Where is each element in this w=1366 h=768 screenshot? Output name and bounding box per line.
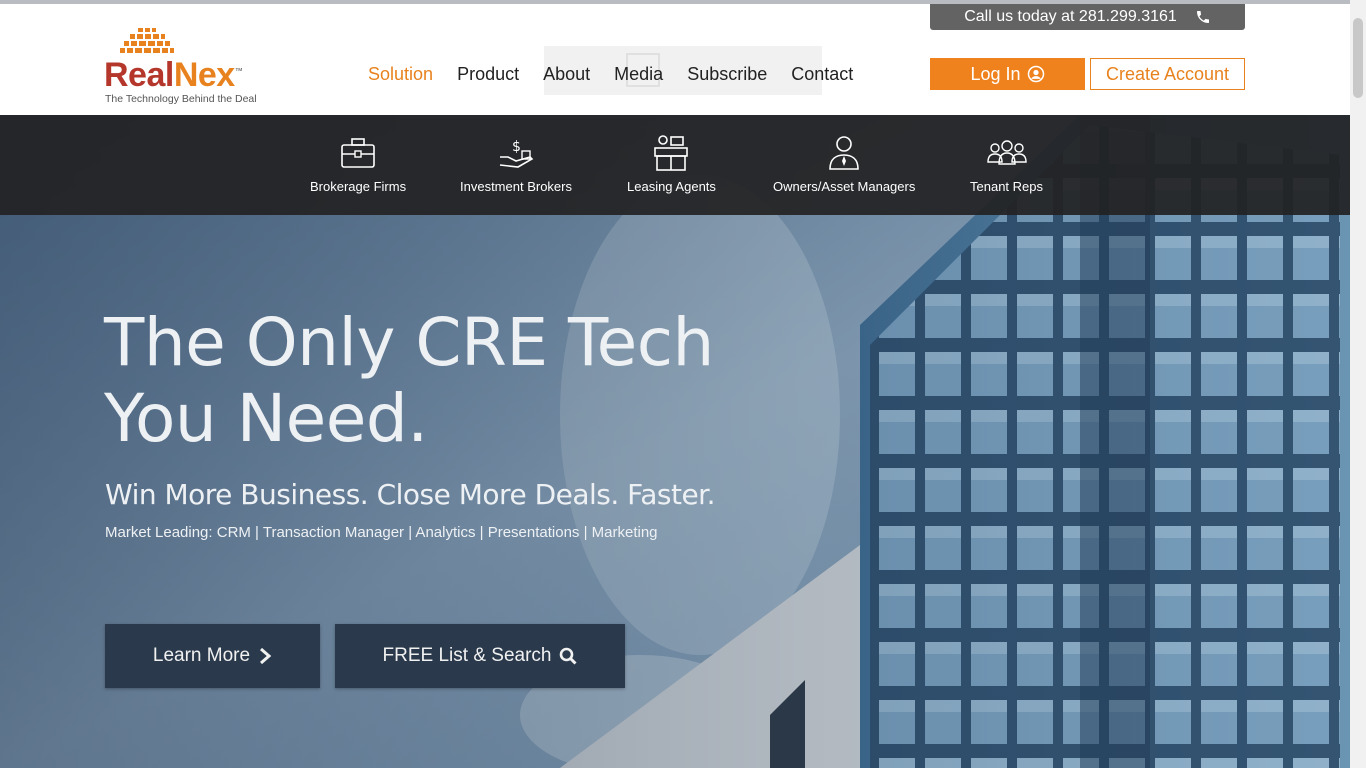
- logo-tagline: The Technology Behind the Deal: [105, 93, 257, 105]
- page-scrollbar[interactable]: [1350, 0, 1366, 768]
- nav-subscribe[interactable]: Subscribe: [675, 64, 779, 85]
- hero-headline: The Only CRE Tech You Need.: [104, 305, 824, 457]
- role-label: Brokerage Firms: [310, 179, 407, 194]
- svg-text:$: $: [512, 139, 521, 155]
- role-label: Owners/Asset Managers: [773, 179, 916, 194]
- role-leasing-agents[interactable]: Leasing Agents: [627, 133, 716, 194]
- nav-media[interactable]: Media: [602, 64, 675, 85]
- site-header: Call us today at 281.299.3161 RealNex™ T…: [0, 4, 1350, 115]
- nav-solution[interactable]: Solution: [356, 64, 445, 85]
- hero-subheadline: Win More Business. Close More Deals. Fas…: [105, 478, 716, 511]
- learn-more-button[interactable]: Learn More: [105, 624, 320, 688]
- group-icon: [986, 140, 1027, 165]
- free-list-search-label: FREE List & Search: [382, 645, 552, 666]
- hero-features: Market Leading: CRM | Transaction Manage…: [105, 524, 658, 541]
- scrollbar-thumb[interactable]: [1353, 18, 1363, 98]
- agent-desk-icon: [654, 135, 689, 171]
- role-owners-asset-managers[interactable]: Owners/Asset Managers: [773, 133, 915, 194]
- headline-line-2: You Need.: [104, 380, 428, 457]
- free-list-search-button[interactable]: FREE List & Search: [335, 624, 625, 688]
- realnex-logo[interactable]: RealNex™ The Technology Behind the Deal: [104, 28, 284, 108]
- logo-globe-mark: [120, 28, 174, 53]
- logo-wordmark: RealNex™: [104, 56, 243, 94]
- role-label: Leasing Agents: [627, 179, 716, 194]
- user-circle-icon: [1027, 65, 1044, 83]
- nav-about[interactable]: About: [531, 64, 602, 85]
- phone-icon: [1196, 11, 1209, 23]
- role-label: Tenant Reps: [970, 179, 1043, 194]
- role-tenant-reps[interactable]: Tenant Reps: [970, 133, 1043, 194]
- login-button[interactable]: Log In: [930, 58, 1085, 90]
- search-icon: [560, 647, 578, 665]
- person-tie-icon: [829, 136, 859, 170]
- role-label: Investment Brokers: [460, 179, 572, 194]
- chevron-right-icon: [260, 647, 272, 665]
- call-text: Call us today at 281.299.3161: [964, 8, 1177, 25]
- hero-section: Brokerage Firms $ Investment Brokers Lea…: [0, 115, 1350, 768]
- role-brokerage-firms[interactable]: Brokerage Firms: [310, 133, 406, 194]
- nav-product[interactable]: Product: [445, 64, 531, 85]
- roles-bar: Brokerage Firms $ Investment Brokers Lea…: [0, 115, 1350, 215]
- money-hand-icon: $: [499, 139, 534, 168]
- briefcase-icon: [341, 138, 375, 168]
- login-label: Log In: [970, 63, 1021, 84]
- headline-line-1: The Only CRE Tech: [104, 304, 714, 381]
- call-bar[interactable]: Call us today at 281.299.3161: [930, 4, 1245, 30]
- learn-more-label: Learn More: [152, 645, 251, 666]
- main-nav: Solution Product About Media Subscribe C…: [356, 56, 865, 92]
- role-investment-brokers[interactable]: $ Investment Brokers: [460, 133, 572, 194]
- create-account-button[interactable]: Create Account: [1090, 58, 1245, 90]
- nav-contact[interactable]: Contact: [779, 64, 865, 85]
